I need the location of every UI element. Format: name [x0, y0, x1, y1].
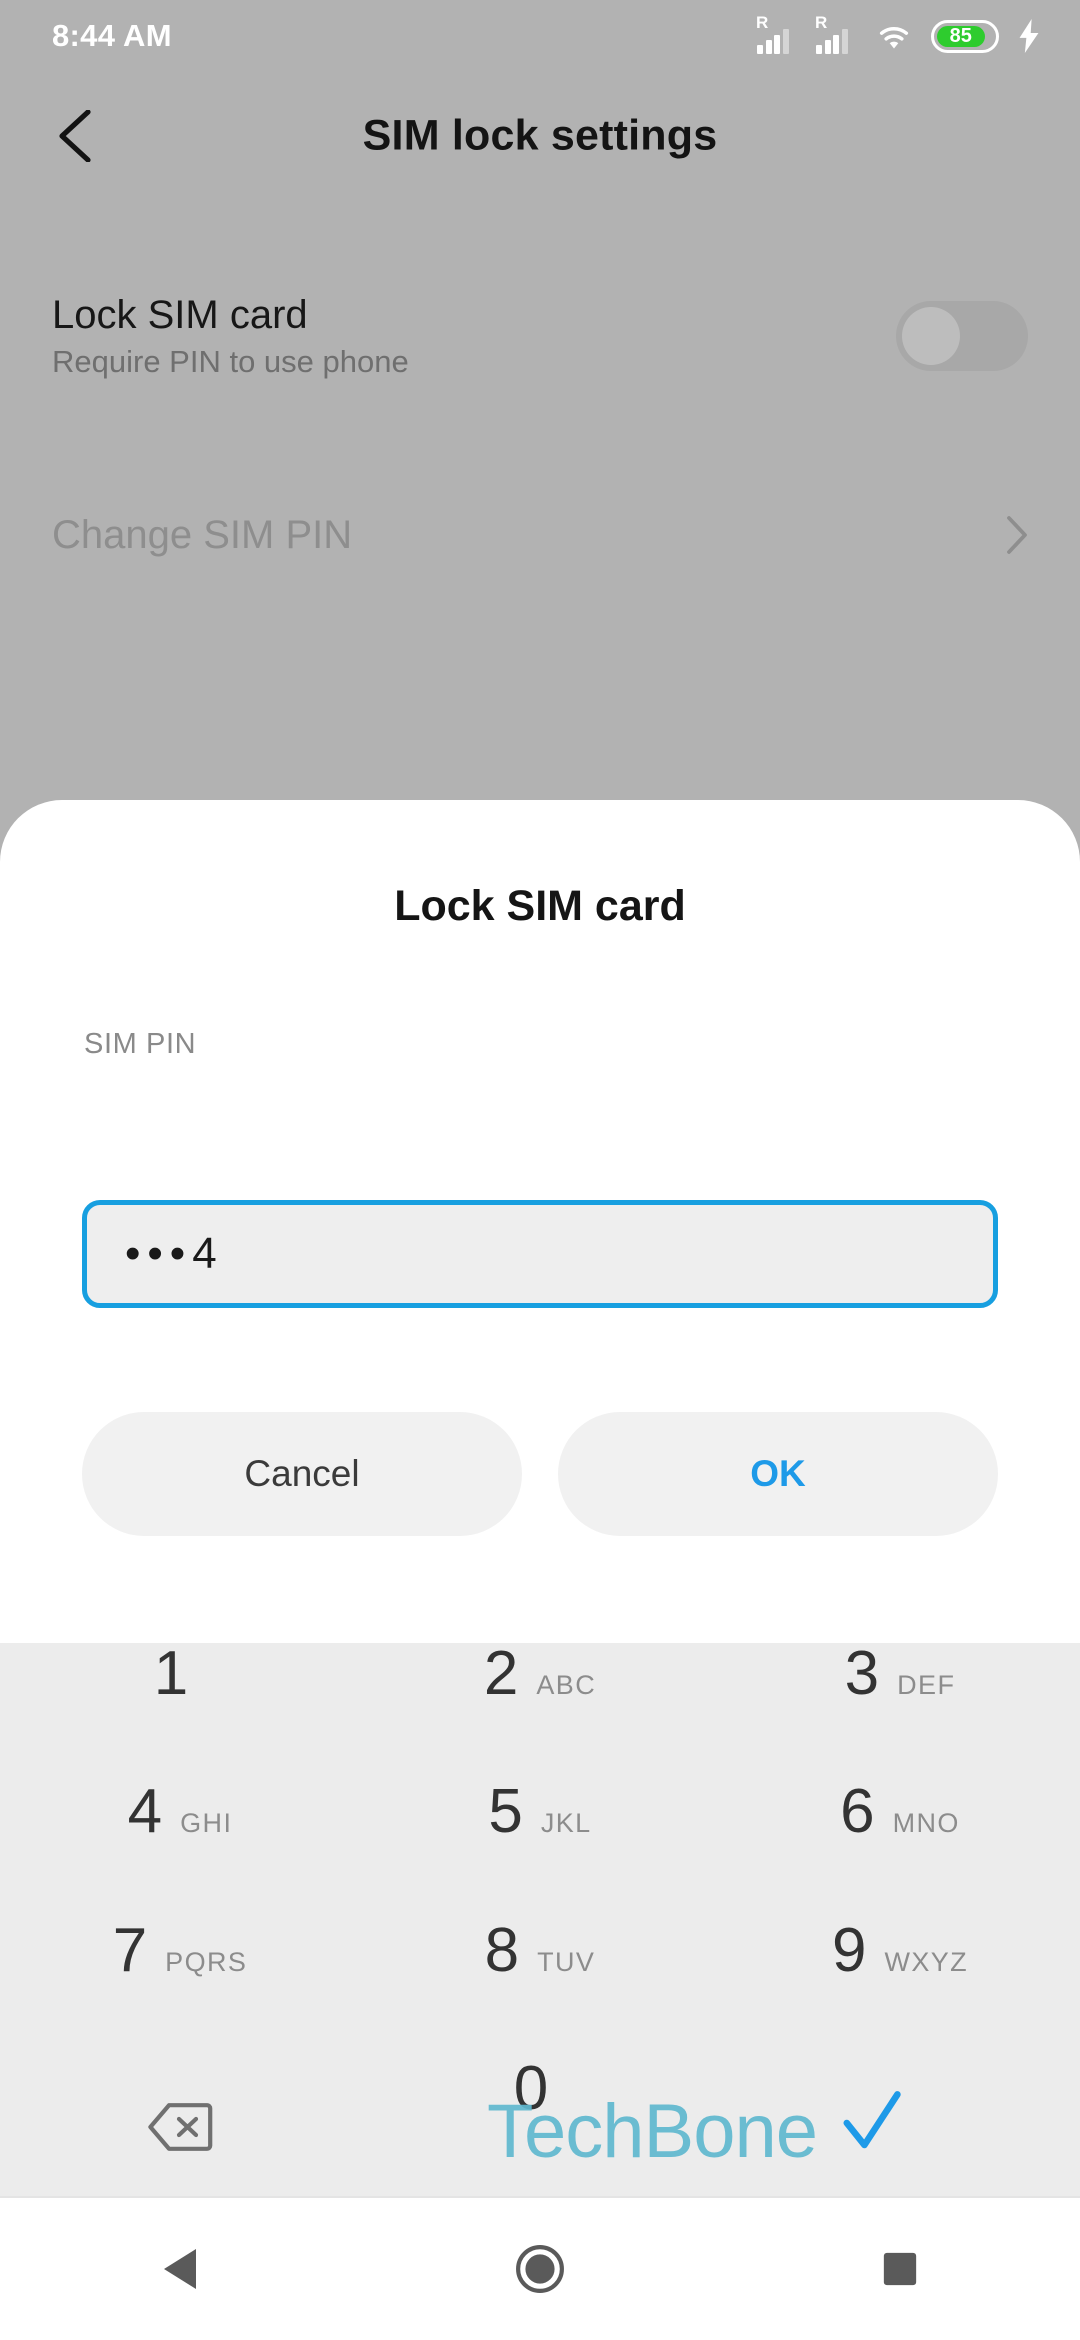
keypad-key-7[interactable]: 7 PQRS — [0, 1915, 360, 2058]
keypad-key-1[interactable]: 1 — [0, 1643, 360, 1781]
keypad-digit: 2 — [483, 1639, 519, 1708]
keypad-key-0[interactable]: 0 — [360, 2053, 720, 2196]
backspace-icon — [148, 2102, 213, 2151]
keypad-key-6[interactable]: 6 MNO — [720, 1781, 1080, 1919]
cancel-button[interactable]: Cancel — [82, 1412, 522, 1536]
numeric-keypad: 1 2 ABC 3 DEF 4 GHI 5 JKL 6 MNO 7 PQRS 8 — [0, 1643, 1080, 2196]
toggle-knob — [902, 307, 960, 365]
setting-row-change-sim-pin[interactable]: Change SIM PIN — [0, 480, 1080, 590]
lock-sim-card-dialog: Lock SIM card SIM PIN •••4 Cancel OK — [0, 800, 1080, 1643]
setting-row-lock-sim-card[interactable]: Lock SIM card Require PIN to use phone — [0, 266, 1080, 406]
keypad-key-2[interactable]: 2 ABC — [360, 1643, 720, 1781]
signal-roaming-sim1-icon: R — [756, 14, 798, 54]
sim-pin-label: SIM PIN — [84, 1028, 197, 1060]
keypad-letters: JKL — [540, 1808, 592, 1839]
keypad-digit: 4 — [127, 1777, 163, 1847]
keypad-digit: 7 — [112, 1915, 148, 1985]
keypad-letters: GHI — [180, 1808, 233, 1839]
battery-percent-label: 85 — [949, 25, 972, 47]
keypad-key-5[interactable]: 5 JKL — [360, 1781, 720, 1919]
keypad-letters: WXYZ — [884, 1946, 969, 1977]
sim-pin-input-value: •••4 — [125, 1229, 224, 1278]
triangle-back-icon — [164, 2249, 196, 2289]
chevron-right-icon — [1007, 516, 1027, 554]
app-bar: SIM lock settings — [0, 72, 1080, 200]
setting-row-texts: Lock SIM card Require PIN to use phone — [52, 295, 409, 377]
wifi-icon — [879, 26, 909, 49]
square-recents-icon — [883, 2252, 917, 2286]
signal-bars-sim2 — [816, 29, 848, 54]
keypad-digit: 1 — [153, 1639, 189, 1708]
signal-bars-sim1 — [757, 29, 789, 54]
keypad-letters: PQRS — [165, 1946, 248, 1977]
circle-home-icon — [516, 2245, 564, 2293]
dialog-actions: Cancel OK — [82, 1412, 998, 1536]
keypad-digit: 8 — [484, 1915, 520, 1985]
lock-sim-card-title: Lock SIM card — [52, 293, 308, 337]
keypad-key-backspace[interactable] — [0, 2058, 360, 2196]
keypad-digit: 9 — [831, 1915, 867, 1985]
keypad-digit: 5 — [488, 1777, 523, 1847]
keypad-letters: ABC — [536, 1670, 597, 1700]
nav-home-button[interactable] — [470, 2197, 610, 2340]
battery-fill: 85 — [937, 25, 985, 47]
keypad-digit: 0 — [513, 2053, 549, 2123]
keypad-digit: 6 — [840, 1777, 875, 1847]
change-sim-pin-title: Change SIM PIN — [52, 513, 353, 557]
keypad-letters: DEF — [897, 1670, 956, 1700]
status-icons: R R 85 — [756, 14, 1042, 54]
page-title: SIM lock settings — [362, 111, 718, 160]
keypad-digit: 3 — [844, 1639, 880, 1708]
battery-icon: 85 — [931, 19, 999, 53]
ok-button[interactable]: OK — [558, 1412, 998, 1536]
keypad-letters: TUV — [537, 1946, 596, 1977]
status-clock: 8:44 AM — [52, 18, 172, 53]
keypad-letters: MNO — [892, 1808, 960, 1839]
nav-recents-button[interactable] — [830, 2197, 970, 2340]
nav-back-button[interactable] — [110, 2197, 250, 2340]
keypad-key-8[interactable]: 8 TUV — [360, 1915, 720, 2058]
sim-pin-input[interactable]: •••4 — [82, 1200, 998, 1308]
charging-bolt-icon — [1019, 19, 1039, 53]
lock-sim-card-subtitle: Require PIN to use phone — [52, 344, 409, 379]
phone-screen: 8:44 AM R R 85 SIM lock settings Lock SI… — [0, 0, 1080, 2340]
keypad-key-3[interactable]: 3 DEF — [720, 1643, 1080, 1781]
signal-roaming-sim2-icon: R — [815, 14, 857, 54]
lock-sim-card-toggle[interactable] — [896, 301, 1028, 371]
keypad-key-9[interactable]: 9 WXYZ — [720, 1915, 1080, 2058]
android-navigation-bar — [0, 2196, 1080, 2340]
status-bar: 8:44 AM R R 85 — [0, 0, 1080, 72]
keypad-key-4[interactable]: 4 GHI — [0, 1781, 360, 1919]
dialog-title: Lock SIM card — [394, 882, 686, 930]
